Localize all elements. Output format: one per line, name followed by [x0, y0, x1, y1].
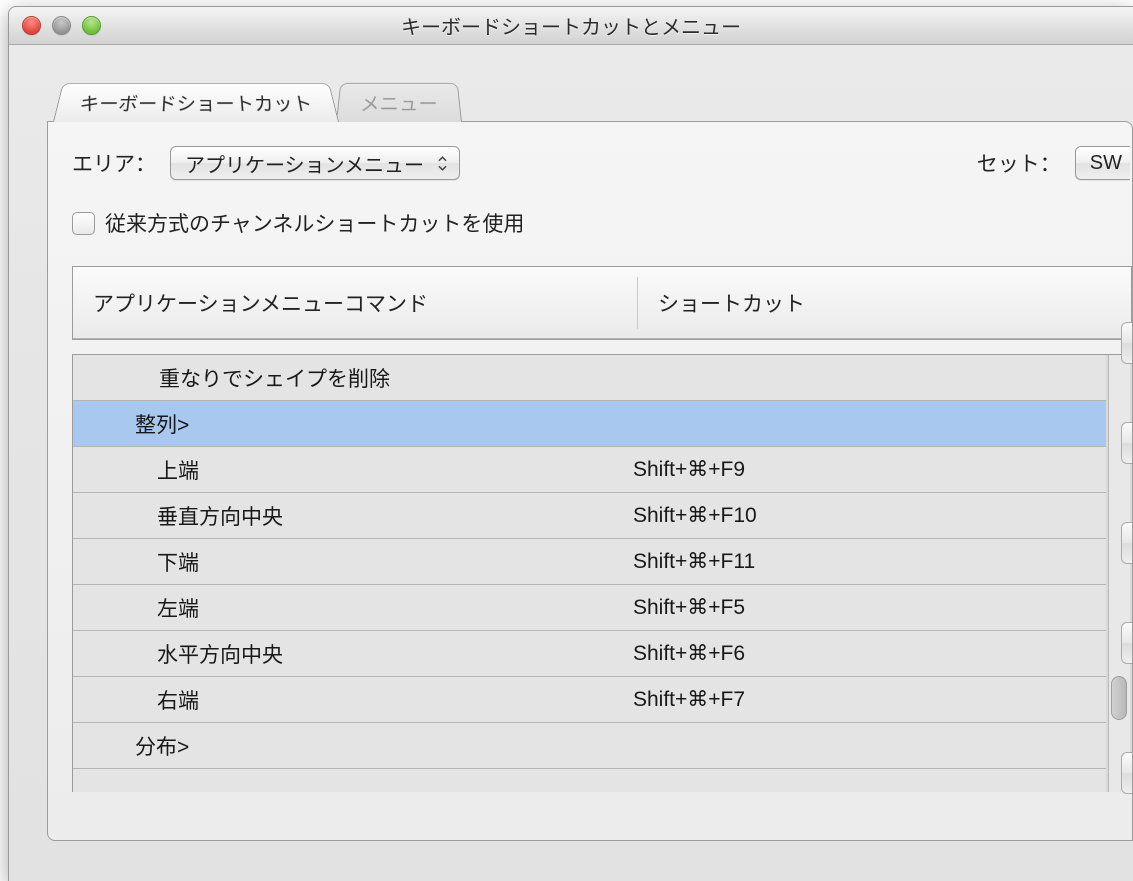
set-select[interactable]: SW	[1075, 146, 1130, 180]
legacy-checkbox-row: 従来方式のチャンネルショートカットを使用	[72, 208, 1132, 238]
command-cell: 下端	[73, 547, 633, 577]
table-header: アプリケーションメニューコマンド ショートカット	[73, 267, 1131, 339]
side-button[interactable]	[1121, 522, 1133, 564]
tab-menus[interactable]: メニュー	[336, 83, 462, 122]
tab-bar: キーボードショートカット メニュー	[53, 80, 1133, 122]
content-area: キーボードショートカット メニュー エリア： アプリケーションメニュー セット：	[9, 45, 1133, 881]
table-row[interactable]	[73, 769, 1106, 792]
table-row[interactable]: 水平方向中央Shift+⌘+F6	[73, 631, 1106, 677]
titlebar: キーボードショートカットとメニュー	[9, 7, 1133, 45]
set-select-value: SW	[1090, 152, 1122, 175]
shortcut-cell: Shift+⌘+F10	[633, 503, 1106, 528]
shortcut-cell: Shift+⌘+F5	[633, 595, 1106, 620]
legacy-checkbox-label: 従来方式のチャンネルショートカットを使用	[105, 208, 524, 238]
zoom-icon[interactable]	[82, 16, 101, 35]
commands-grid: 重なりでシェイプを削除整列>上端Shift+⌘+F9垂直方向中央Shift+⌘+…	[72, 354, 1132, 792]
table-row[interactable]: 左端Shift+⌘+F5	[73, 585, 1106, 631]
side-button[interactable]	[1121, 422, 1133, 464]
command-cell: 左端	[73, 593, 633, 623]
header-table: アプリケーションメニューコマンド ショートカット	[72, 266, 1132, 340]
table-row[interactable]: 分布>	[73, 723, 1106, 769]
side-button[interactable]	[1121, 322, 1133, 364]
command-cell: 分布>	[73, 731, 633, 761]
window-controls	[22, 16, 101, 35]
dialog-window: キーボードショートカットとメニュー キーボードショートカット メニュー エリア：…	[8, 6, 1133, 881]
table-row[interactable]: 整列>	[73, 401, 1106, 447]
minimize-icon[interactable]	[52, 16, 71, 35]
side-button[interactable]	[1121, 622, 1133, 664]
table-row[interactable]: 右端Shift+⌘+F7	[73, 677, 1106, 723]
column-header-shortcut-label: ショートカット	[658, 293, 805, 316]
shortcut-cell: Shift+⌘+F7	[633, 687, 1106, 712]
table-row[interactable]: 下端Shift+⌘+F11	[73, 539, 1106, 585]
command-cell: 水平方向中央	[73, 639, 633, 669]
controls-row: エリア： アプリケーションメニュー セット： SW	[72, 146, 1132, 180]
command-cell: 上端	[73, 455, 633, 485]
set-group: セット： SW	[977, 146, 1130, 180]
close-icon[interactable]	[22, 16, 41, 35]
tab-label: メニュー	[359, 94, 438, 115]
shortcut-cell: Shift+⌘+F9	[633, 457, 1106, 482]
column-header-command[interactable]: アプリケーションメニューコマンド	[73, 277, 638, 329]
command-cell: 右端	[73, 685, 633, 715]
updown-arrows-icon	[438, 156, 447, 171]
command-cell: 重なりでシェイプを削除	[73, 363, 633, 393]
table-row[interactable]: 垂直方向中央Shift+⌘+F10	[73, 493, 1106, 539]
command-cell: 整列>	[73, 409, 633, 439]
table-row[interactable]: 重なりでシェイプを削除	[73, 355, 1106, 401]
table-row[interactable]: 上端Shift+⌘+F9	[73, 447, 1106, 493]
shortcut-cell: Shift+⌘+F6	[633, 641, 1106, 666]
area-label: エリア：	[72, 148, 156, 178]
tab-keyboard-shortcuts[interactable]: キーボードショートカット	[53, 83, 339, 122]
grid-body: 重なりでシェイプを削除整列>上端Shift+⌘+F9垂直方向中央Shift+⌘+…	[73, 355, 1106, 792]
column-header-command-label: アプリケーションメニューコマンド	[93, 288, 428, 318]
shortcut-cell: Shift+⌘+F11	[633, 549, 1106, 574]
legacy-checkbox[interactable]	[72, 212, 95, 235]
tab-panel: エリア： アプリケーションメニュー セット： SW 従来方	[47, 121, 1133, 841]
side-button[interactable]	[1121, 752, 1133, 794]
set-label: セット：	[977, 148, 1061, 178]
area-select-value: アプリケーションメニュー	[185, 149, 424, 178]
side-buttons	[1121, 322, 1133, 794]
area-select[interactable]: アプリケーションメニュー	[170, 146, 460, 180]
tab-label: キーボードショートカット	[77, 94, 314, 115]
window-title: キーボードショートカットとメニュー	[9, 11, 1133, 40]
column-header-shortcut[interactable]: ショートカット	[638, 288, 1131, 318]
command-cell: 垂直方向中央	[73, 501, 633, 531]
